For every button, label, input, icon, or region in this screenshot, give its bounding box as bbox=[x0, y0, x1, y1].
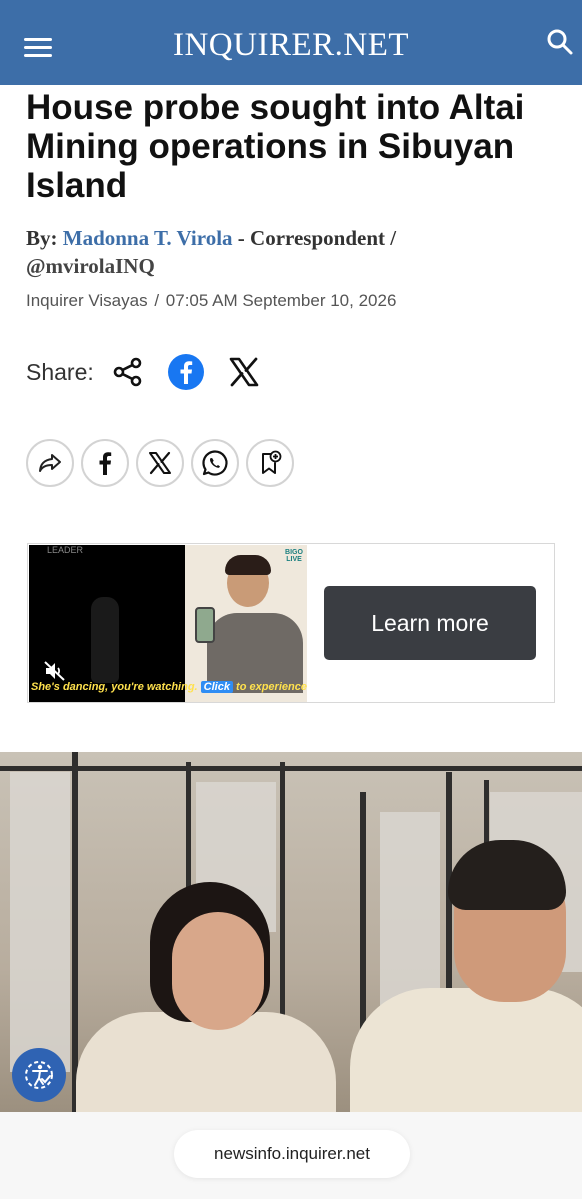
window-pane bbox=[10, 772, 70, 1072]
share-icon[interactable] bbox=[108, 352, 148, 392]
share-row: Share: bbox=[26, 350, 282, 394]
ad-video[interactable]: LEADER BIGO LIVE She's dancing, you're w… bbox=[29, 545, 307, 702]
section-name[interactable]: Inquirer Visayas bbox=[26, 291, 148, 310]
site-header: INQUIRER.NET bbox=[0, 0, 582, 85]
door-frame bbox=[72, 752, 78, 1112]
facebook-icon[interactable] bbox=[166, 352, 206, 392]
dancer-figure bbox=[91, 597, 119, 683]
share-label: Share: bbox=[26, 358, 94, 385]
search-icon[interactable] bbox=[546, 28, 576, 58]
byline: By: Madonna T. Virola - Correspondent / … bbox=[26, 224, 566, 280]
site-logo[interactable]: INQUIRER.NET bbox=[0, 27, 582, 64]
ad-caption-lead: She's dancing, you're watching. bbox=[31, 681, 198, 693]
learn-more-button[interactable]: Learn more bbox=[324, 586, 536, 660]
woman-face bbox=[172, 912, 264, 1030]
social-action-row bbox=[26, 439, 301, 487]
advertisement[interactable]: LEADER BIGO LIVE She's dancing, you're w… bbox=[27, 543, 555, 703]
dateline: Inquirer Visayas / 07:05 AM September 10… bbox=[26, 291, 396, 311]
person-hair bbox=[225, 555, 271, 575]
ad-video-person-panel: BIGO LIVE bbox=[185, 545, 307, 702]
ad-corner-text: LEADER bbox=[47, 545, 84, 555]
dateline-separator: / bbox=[154, 291, 160, 310]
author-handle[interactable]: @mvirolaINQ bbox=[26, 254, 155, 278]
publish-timestamp: 07:05 AM September 10, 2026 bbox=[165, 291, 397, 310]
address-bar[interactable]: newsinfo.inquirer.net bbox=[174, 1130, 410, 1178]
door-frame bbox=[0, 766, 582, 771]
accessibility-icon[interactable] bbox=[12, 1048, 66, 1102]
ad-video-dancer-panel: LEADER bbox=[29, 545, 185, 702]
man-figure bbox=[350, 988, 582, 1112]
author-role: - Correspondent / bbox=[232, 226, 397, 250]
forward-icon[interactable] bbox=[26, 439, 74, 487]
bigo-live-logo: BIGO LIVE bbox=[285, 549, 303, 563]
bookmark-add-icon[interactable] bbox=[246, 439, 294, 487]
x-icon[interactable] bbox=[136, 439, 184, 487]
article-headline: House probe sought into Altai Mining ope… bbox=[26, 88, 525, 205]
ad-caption: She's dancing, you're watching. Click to… bbox=[31, 681, 307, 697]
phone-image bbox=[195, 607, 215, 643]
author-link[interactable]: Madonna T. Virola bbox=[63, 226, 233, 250]
ad-caption-click[interactable]: Click bbox=[200, 681, 233, 693]
byline-prefix: By: bbox=[26, 226, 58, 250]
x-icon[interactable] bbox=[224, 352, 264, 392]
article-photo bbox=[0, 752, 582, 1112]
mute-icon[interactable] bbox=[43, 659, 67, 683]
whatsapp-icon[interactable] bbox=[191, 439, 239, 487]
ad-caption-rest: to experience! bbox=[236, 681, 307, 693]
facebook-icon[interactable] bbox=[81, 439, 129, 487]
